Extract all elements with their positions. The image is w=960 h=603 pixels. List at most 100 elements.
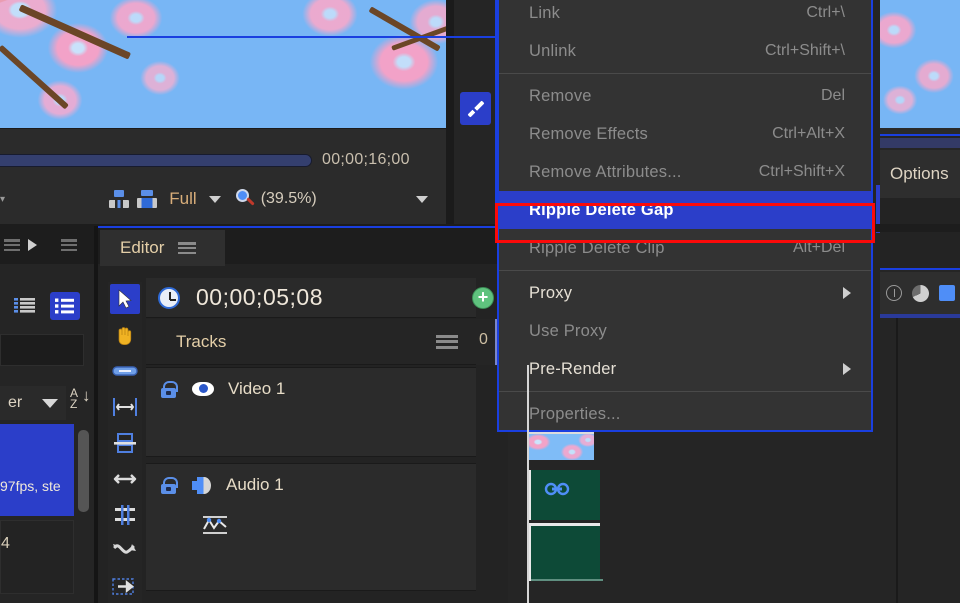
wave-arrow-icon [113,544,136,554]
hand-tool[interactable] [110,320,140,350]
bin-filter-label: er [8,394,23,411]
bin-search-field[interactable] [0,334,84,366]
menu-item-link: Link Ctrl+\ [499,0,871,32]
bin-menu-icon[interactable] [4,239,20,251]
curve-tool[interactable] [110,536,140,566]
tab-editor[interactable]: Editor [100,230,225,266]
play-icon[interactable] [28,239,37,251]
detail-view-button[interactable] [50,292,80,320]
audio-clip-top[interactable] [528,470,600,520]
menu-item-unlink: Unlink Ctrl+Shift+\ [499,32,871,70]
ripple-arrow-icon [112,578,134,595]
menu-item-remove-attributes: Remove Attributes... Ctrl+Shift+X [499,153,871,191]
zoom-dropdown-caret-icon[interactable] [416,195,428,203]
blue-square-icon[interactable] [939,285,955,301]
info-icon[interactable] [886,285,902,301]
editor-tab-strip: Editor [98,226,508,266]
menu-item-label: Link [529,3,561,22]
preview-zoom-level[interactable]: (39.5%) [261,190,317,208]
bin-panel-body: er A Z ↓ 97fps, ste 4 [0,264,96,603]
preview-video-frame[interactable] [0,0,446,128]
quality-dropdown-caret-icon[interactable] [208,195,221,203]
menu-item-pre-render[interactable]: Pre-Render [499,350,871,388]
tracks-label: Tracks [176,331,227,351]
lock-icon[interactable] [160,380,178,398]
menu-item-shortcut: Ctrl+Shift+\ [764,42,845,59]
timeline-current-timecode[interactable]: 00;00;05;08 [196,284,323,311]
menu-item-use-proxy: Use Proxy [499,312,871,350]
list-view-button[interactable] [10,292,40,320]
bin-item[interactable]: 4 [0,520,74,594]
preview-toolbar: ▾ Full (39.5%) [0,179,446,219]
selection-tool[interactable] [110,284,140,314]
roll-tool[interactable] [110,500,140,530]
menu-item-ripple-delete-gap[interactable]: Ripple Delete Gap [499,191,871,229]
menu-item-shortcut: Del [820,87,845,104]
slip-icon [114,433,136,453]
safe-title-icon[interactable] [133,186,161,212]
preview-scrubber-row: 00;00;16;00 [0,146,446,174]
timeline-playhead[interactable] [527,365,529,603]
tracks-menu-icon[interactable] [436,334,458,349]
preview-panel: 00;00;16;00 ▾ Full (39.5%) [0,0,446,224]
menu-separator [499,391,871,392]
timeline-timecode-row: 00;00;05;08 [146,278,476,318]
bin-item-selected[interactable]: 97fps, ste [0,424,74,516]
pencil-tool-button[interactable] [460,92,491,125]
context-menu[interactable]: Link Ctrl+\ Unlink Ctrl+Shift+\ Remove Del Rem… [497,0,873,432]
menu-item-proxy[interactable]: Proxy [499,274,871,312]
menu-item-remove-effects: Remove Effects Ctrl+Alt+X [499,115,871,153]
clock-icon [158,286,180,309]
right-strip-top [880,128,960,136]
trim-in-out-tool[interactable] [110,392,140,422]
menu-item-label: Pre-Render [529,359,617,378]
chevron-down-icon [42,398,58,408]
menu-item-label: Ripple Delete Clip [529,238,665,257]
submenu-arrow-icon [843,363,851,375]
add-track-button[interactable]: + [472,287,494,309]
slip-tool[interactable] [110,428,140,458]
menu-item-label: Remove [529,86,592,105]
ripple-tool[interactable] [110,572,140,602]
menu-item-label: Properties... [529,404,621,423]
track-audio-lane[interactable] [476,463,508,591]
link-icon [543,482,570,496]
track-header: Video 1 [146,368,476,410]
bin-scrollbar[interactable] [78,430,89,512]
tab-menu-icon[interactable] [178,242,197,254]
menu-item-remove: Remove Del [499,77,871,115]
pie-chart-icon[interactable] [912,284,929,302]
clip-tool[interactable] [110,356,140,386]
submenu-arrow-icon [843,287,851,299]
preview-divider [446,0,454,224]
eye-visibility-icon[interactable] [192,382,214,396]
track-audio-1[interactable]: Audio 1 [146,463,476,591]
preview-quality-label[interactable]: Full [169,189,196,209]
sort-az-button[interactable]: A Z ↓ [70,387,96,418]
branch-decor [18,4,132,60]
options-button[interactable]: Options [880,150,960,198]
bin-options-icon[interactable] [61,239,77,251]
right-icon-row [880,272,960,314]
bin-item-meta: 4 [1,535,10,552]
bin-panel-header [0,226,96,264]
magnifier-icon[interactable] [235,189,255,209]
tab-editor-label: Editor [120,238,165,257]
speaker-icon[interactable] [192,476,212,494]
audio-clip-bottom[interactable] [528,523,603,581]
audio-waveform-icon[interactable] [202,514,228,536]
preview-total-timecode: 00;00;16;00 [322,151,410,168]
hand-icon [118,327,132,345]
slide-tool[interactable] [110,464,140,494]
bin-item-meta: 97fps, ste [0,478,61,494]
clip-bar-icon [112,366,138,376]
preview-scrubber[interactable] [0,153,312,167]
track-name: Video 1 [228,379,286,398]
safe-margin-icon[interactable] [105,186,133,212]
lock-icon[interactable] [160,476,178,494]
waveform-icon [203,516,227,534]
bin-filter-dropdown[interactable]: er [0,386,66,420]
track-video-1[interactable]: Video 1 [146,367,476,457]
chevron-left-icon[interactable]: ▾ [0,194,18,205]
video-clip[interactable] [528,432,594,460]
